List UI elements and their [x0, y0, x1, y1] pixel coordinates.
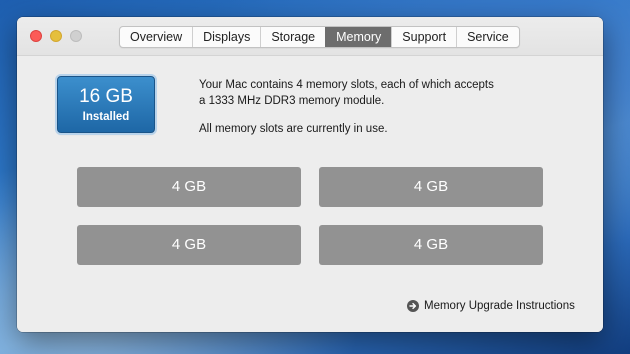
memory-slot-status: All memory slots are currently in use. [199, 123, 388, 135]
memory-slots-grid: 4 GB 4 GB 4 GB 4 GB [77, 167, 543, 265]
memory-slot-3: 4 GB [77, 225, 301, 265]
minimize-window-button[interactable] [50, 30, 62, 42]
arrow-circle-right-icon [407, 300, 419, 312]
zoom-window-button[interactable] [70, 30, 82, 42]
tab-memory[interactable]: Memory [325, 27, 392, 47]
about-this-mac-window: Overview Displays Storage Memory Support… [17, 17, 603, 332]
memory-description-line2: a 1333 MHz DDR3 memory module. [199, 95, 385, 107]
memory-description: Your Mac contains 4 memory slots, each o… [199, 77, 569, 137]
installed-memory-size: 16 GB [79, 86, 133, 107]
tab-service[interactable]: Service [456, 27, 519, 47]
tab-storage[interactable]: Storage [260, 27, 325, 47]
memory-upgrade-instructions-label: Memory Upgrade Instructions [424, 300, 575, 312]
installed-memory-badge: 16 GB Installed [57, 76, 155, 133]
memory-panel: 16 GB Installed Your Mac contains 4 memo… [17, 56, 603, 332]
memory-slot-4: 4 GB [319, 225, 543, 265]
titlebar: Overview Displays Storage Memory Support… [17, 17, 603, 56]
tab-bar: Overview Displays Storage Memory Support… [119, 26, 520, 48]
memory-upgrade-instructions-link[interactable]: Memory Upgrade Instructions [407, 300, 575, 312]
memory-slot-2: 4 GB [319, 167, 543, 207]
memory-description-line1: Your Mac contains 4 memory slots, each o… [199, 79, 494, 91]
tab-overview[interactable]: Overview [120, 27, 192, 47]
desktop-background: Overview Displays Storage Memory Support… [0, 0, 630, 354]
memory-slot-1: 4 GB [77, 167, 301, 207]
close-window-button[interactable] [30, 30, 42, 42]
tab-displays[interactable]: Displays [192, 27, 260, 47]
tab-support[interactable]: Support [391, 27, 456, 47]
installed-memory-label: Installed [82, 111, 130, 123]
